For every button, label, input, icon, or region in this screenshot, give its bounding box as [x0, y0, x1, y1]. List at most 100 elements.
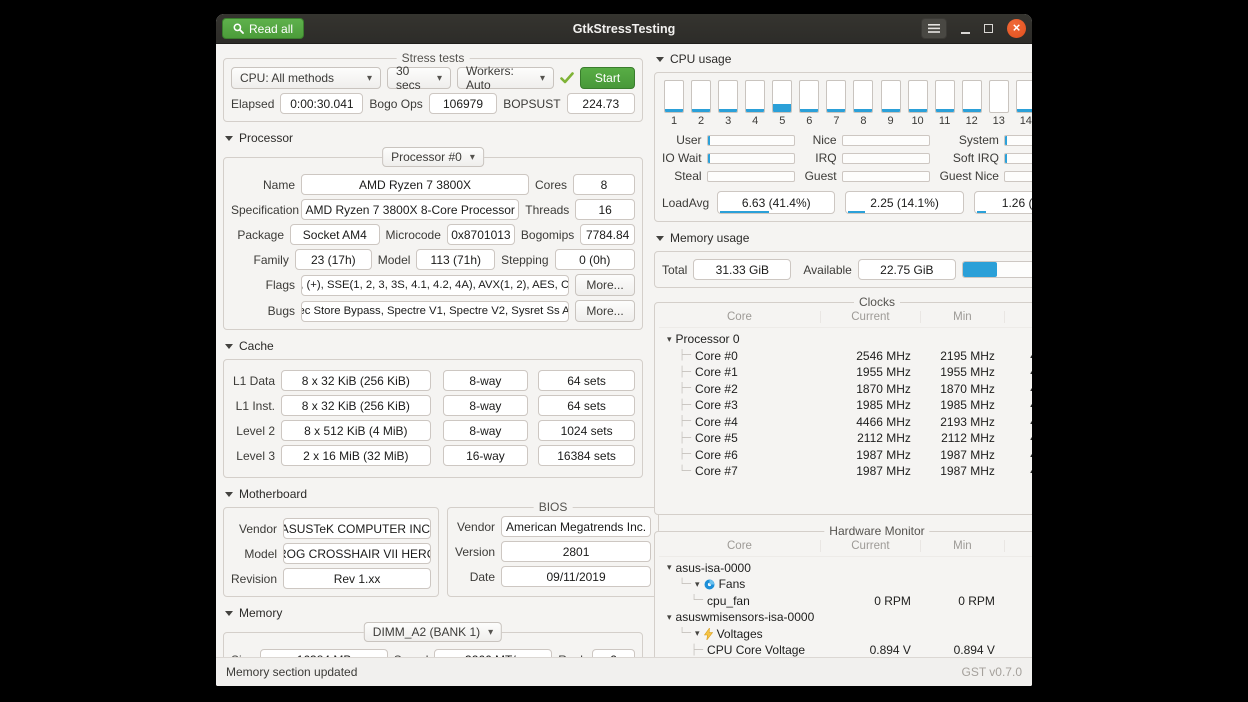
microcode-label: Microcode [386, 228, 441, 242]
tree-connector [679, 466, 691, 477]
voltage-bolt-icon [704, 628, 713, 640]
hwmon-fan-value-row[interactable]: cpu_fan 0 RPM 0 RPM 0 RPM [659, 593, 1032, 610]
stress-duration-combo[interactable]: 30 secs▾ [387, 67, 451, 89]
clocks-core-row[interactable]: Core #4 4466 MHz 2193 MHz 4466 MHz [659, 414, 1032, 431]
left-pane: Stress tests CPU: All methods▾ 30 secs▾ … [216, 44, 650, 656]
hwmon-header-max[interactable]: Max [1005, 540, 1032, 552]
clocks-core-row[interactable]: Core #3 1985 MHz 1985 MHz 4320 MHz [659, 397, 1032, 414]
clocks-header-min[interactable]: Min [921, 311, 1005, 323]
hamburger-menu-button[interactable] [921, 18, 947, 39]
bopsust-label: BOPSUST [503, 97, 560, 111]
status-message: Memory section updated [226, 665, 357, 679]
clocks-core-row[interactable]: Core #7 1987 MHz 1987 MHz 4322 MHz [659, 463, 1032, 480]
cpu-meter-trough [842, 171, 930, 182]
mem-available-label: Available [803, 263, 851, 277]
hwmon-header-min[interactable]: Min [921, 540, 1005, 552]
cache-row: L1 Inst. 8 x 32 KiB (256 KiB) 8-way 64 s… [231, 395, 635, 416]
cpu-core-bar [935, 80, 955, 113]
processor-selector-combo[interactable]: Processor #0▾ [382, 147, 484, 167]
clock-current-value: 2546 MHz [821, 349, 921, 363]
tree-expander-icon[interactable]: ▾ [667, 612, 672, 623]
clocks-header-current[interactable]: Current [821, 311, 921, 323]
cpu-core-cell: 12 [962, 80, 982, 127]
start-button[interactable]: Start [580, 67, 635, 89]
read-all-button[interactable]: Read all [222, 18, 304, 39]
title-bar[interactable]: GtkStressTesting Read all × [216, 14, 1032, 44]
hwmon-fans-row[interactable]: ▾ Fans [659, 576, 1032, 593]
flags-more-button[interactable]: More... [575, 274, 635, 296]
cpu-core-number: 2 [691, 115, 711, 127]
voltage-max-value: 1.406 V [1005, 643, 1032, 657]
clocks-table-header[interactable]: Core Current Min Max [659, 309, 1032, 328]
dimm-selector-combo[interactable]: DIMM_A2 (BANK 1)▾ [364, 622, 502, 642]
processor-expander-label: Processor [239, 131, 293, 145]
clocks-group-row[interactable]: ▾ Processor 0 [659, 331, 1032, 348]
window-title: GtkStressTesting [216, 22, 1032, 36]
close-button[interactable]: × [1007, 19, 1026, 38]
hwmon-voltages-row[interactable]: ▾ Voltages [659, 626, 1032, 643]
bios-frame-label: BIOS [534, 500, 573, 514]
cache-expander[interactable]: Cache [225, 339, 641, 353]
hwmon-group2-label: asuswmisensors-isa-0000 [676, 610, 815, 624]
cpu-usage-expander[interactable]: CPU usage [656, 52, 1032, 66]
minimize-button[interactable] [961, 24, 970, 34]
memory-expander[interactable]: Memory [225, 606, 641, 620]
clocks-frame-label: Clocks [854, 295, 900, 309]
clocks-core-row[interactable]: Core #0 2546 MHz 2195 MHz 4320 MHz [659, 348, 1032, 365]
clocks-core-row[interactable]: Core #1 1955 MHz 1955 MHz 4320 MHz [659, 364, 1032, 381]
cpu-core-cell: 6 [799, 80, 819, 127]
hwmon-group-row[interactable]: ▾ asuswmisensors-isa-0000 [659, 609, 1032, 626]
threads-label: Threads [525, 203, 569, 217]
tree-connector [679, 579, 691, 590]
cpu-core-bar-fill [1017, 109, 1032, 112]
cpu-core-cell: 14 [1016, 80, 1032, 127]
cpu-core-number: 13 [989, 115, 1009, 127]
memory-usage-expander[interactable]: Memory usage [656, 231, 1032, 245]
package-label: Package [231, 228, 284, 242]
mb-model-label: Model [231, 547, 277, 561]
clocks-core-row[interactable]: Core #6 1987 MHz 1987 MHz 4322 MHz [659, 447, 1032, 464]
cache-sets-value: 64 sets [538, 370, 635, 391]
processor-expander[interactable]: Processor [225, 131, 641, 145]
clocks-header-max[interactable]: Max [1005, 311, 1032, 323]
motherboard-expander[interactable]: Motherboard [225, 487, 641, 501]
cpu-core-bar [881, 80, 901, 113]
cpu-meter-label: Guest [805, 169, 837, 183]
model-label: Model [378, 253, 411, 267]
cpu-name-value: AMD Ryzen 7 3800X [301, 174, 529, 195]
bios-vendor-label: Vendor [455, 520, 495, 534]
tree-expander-icon[interactable]: ▾ [667, 562, 672, 573]
hwmon-table-header[interactable]: Core Current Min Max [659, 538, 1032, 557]
hwmon-header-core[interactable]: Core [659, 540, 821, 552]
cpu-meter-label: System [940, 133, 999, 147]
bugs-label: Bugs [231, 304, 295, 318]
stress-method-value: CPU: All methods [240, 71, 334, 85]
clocks-core-row[interactable]: Core #2 1870 MHz 1870 MHz 4320 MHz [659, 381, 1032, 398]
cpu-meter: IO Wait [662, 151, 795, 165]
stress-method-combo[interactable]: CPU: All methods▾ [231, 67, 381, 89]
stress-workers-combo[interactable]: Workers: Auto▾ [457, 67, 554, 89]
cpu-core-bar-fill [882, 109, 900, 112]
cache-row: Level 3 2 x 16 MiB (32 MiB) 16-way 16384… [231, 445, 635, 466]
cpu-core-bar [1016, 80, 1032, 113]
hwmon-header-current[interactable]: Current [821, 540, 921, 552]
cpu-core-number: 5 [772, 115, 792, 127]
cache-sets-value: 1024 sets [538, 420, 635, 441]
tree-expander-icon[interactable]: ▾ [695, 628, 700, 639]
hwmon-group-row[interactable]: ▾ asus-isa-0000 [659, 560, 1032, 577]
bogo-ops-label: Bogo Ops [369, 97, 422, 111]
bugs-more-button[interactable]: More... [575, 300, 635, 322]
tree-expander-icon[interactable]: ▾ [667, 334, 672, 345]
clock-max-value: 4320 MHz [1005, 349, 1032, 363]
stress-workers-value: Workers: Auto [466, 64, 532, 92]
maximize-button[interactable] [984, 24, 993, 33]
cpu-core-cell: 5 [772, 80, 792, 127]
mem-total-label: Total [662, 263, 687, 277]
stress-tests-frame: Stress tests CPU: All methods▾ 30 secs▾ … [223, 58, 643, 122]
clocks-core-row[interactable]: Core #5 2112 MHz 2112 MHz 4322 MHz [659, 430, 1032, 447]
status-bar: Memory section updated GST v0.7.0 [216, 657, 1032, 686]
clocks-header-core[interactable]: Core [659, 311, 821, 323]
tree-expander-icon[interactable]: ▾ [695, 579, 700, 590]
cores-value: 8 [573, 174, 635, 195]
cpu-core-cell: 1 [664, 80, 684, 127]
